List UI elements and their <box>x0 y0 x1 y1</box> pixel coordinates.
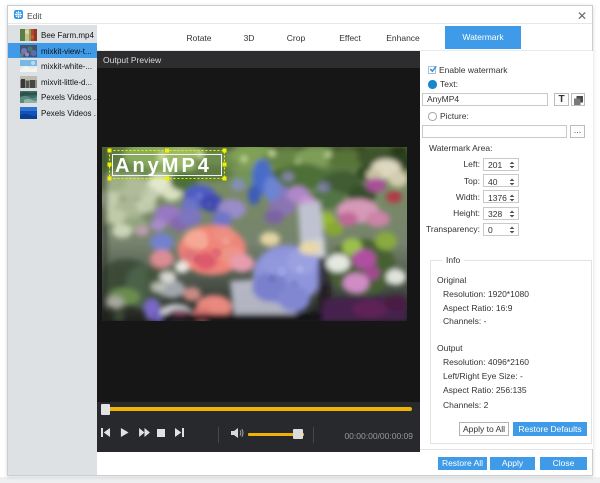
svg-text:AnyMP4: AnyMP4 <box>115 155 212 177</box>
